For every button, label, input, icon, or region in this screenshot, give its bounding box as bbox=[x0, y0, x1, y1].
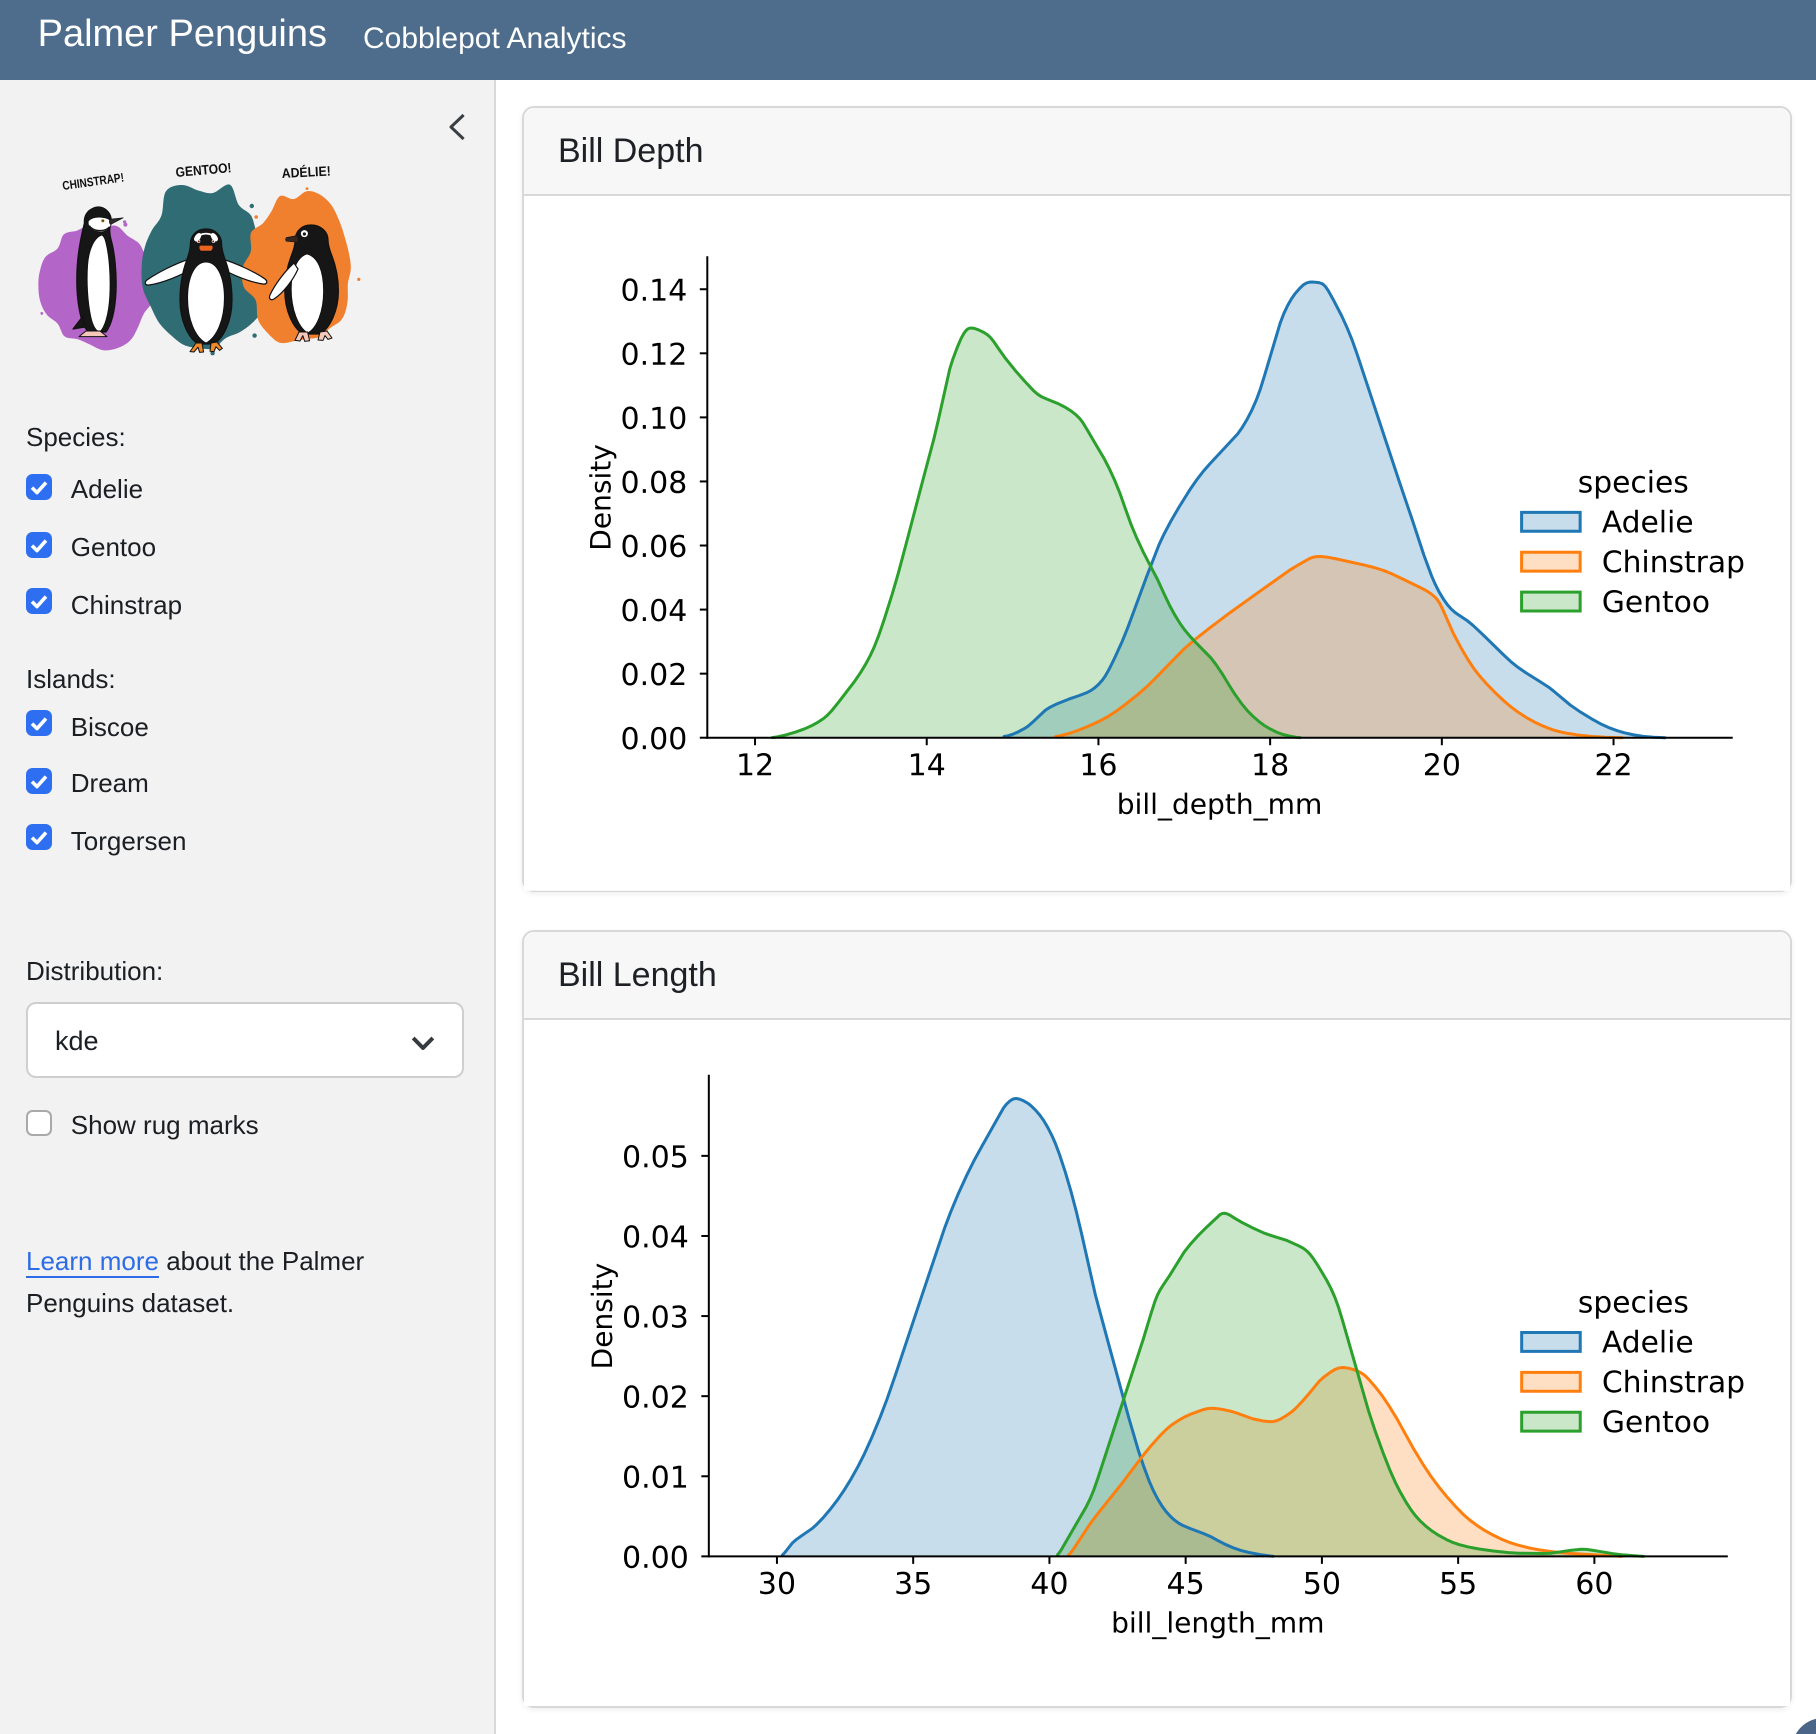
svg-text:CHINSTRAP!: CHINSTRAP! bbox=[61, 170, 124, 192]
svg-text:ADÉLIE!: ADÉLIE! bbox=[281, 163, 331, 181]
svg-text:GENTOO!: GENTOO! bbox=[175, 160, 232, 180]
